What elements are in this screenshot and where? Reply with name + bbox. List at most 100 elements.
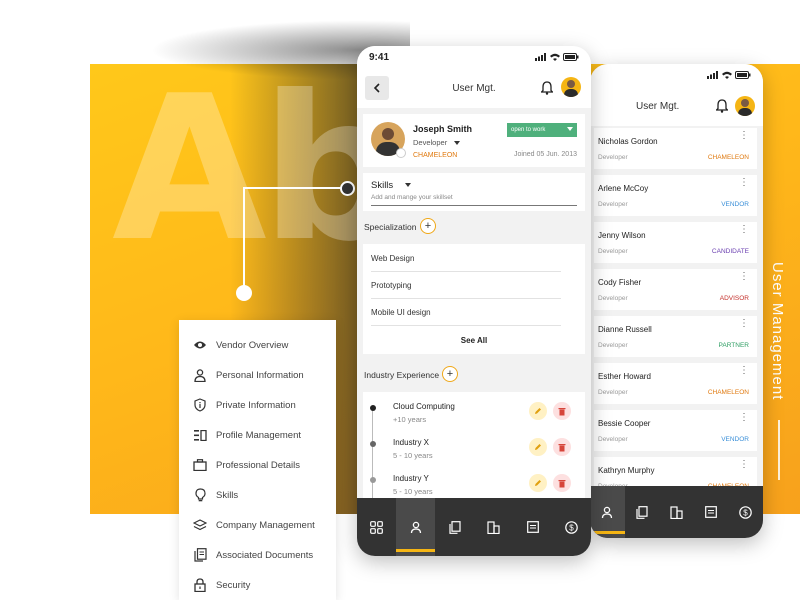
list-item[interactable]: Dianne Russell Developer PARTNER ⋮ bbox=[594, 316, 757, 357]
status-bar bbox=[590, 64, 763, 86]
tab-bar: $ bbox=[590, 486, 763, 538]
edit-photo-icon[interactable] bbox=[396, 148, 406, 158]
tab-users[interactable] bbox=[590, 486, 625, 538]
watermark-text: Ab bbox=[112, 53, 404, 286]
more-icon[interactable]: ⋮ bbox=[739, 272, 749, 282]
list-item[interactable]: Bessie Cooper Developer VENDOR ⋮ bbox=[594, 410, 757, 451]
menu-item-profile-management[interactable]: Profile Management bbox=[179, 420, 336, 450]
menu-item-skills[interactable]: Skills bbox=[179, 480, 336, 510]
avatar[interactable] bbox=[735, 96, 755, 116]
phone-user-profile: 9:41 User Mgt. Joseph Smith Developer CH… bbox=[357, 46, 591, 556]
tab-payments[interactable]: $ bbox=[728, 486, 763, 538]
user-role: Developer bbox=[598, 295, 628, 302]
tab-dashboard[interactable] bbox=[357, 498, 396, 556]
menu-item-personal-information[interactable]: Personal Information bbox=[179, 360, 336, 390]
list-item[interactable]: Mobile UI design bbox=[371, 299, 561, 326]
report-icon bbox=[526, 521, 539, 533]
documents-icon bbox=[192, 547, 208, 563]
experience-years: 5 - 10 years bbox=[393, 487, 433, 496]
experience-name: Cloud Computing bbox=[393, 402, 455, 411]
skills-card[interactable]: Skills Add and mange your skillset bbox=[363, 173, 585, 211]
app-header: User Mgt. bbox=[590, 86, 763, 126]
dollar-icon: $ bbox=[565, 520, 578, 534]
menu-item-professional-details[interactable]: Professional Details bbox=[179, 450, 336, 480]
tab-bar: $ bbox=[357, 498, 591, 556]
user-status: VENDOR bbox=[721, 436, 749, 443]
battery-icon bbox=[735, 71, 751, 79]
bell-icon[interactable] bbox=[714, 99, 730, 113]
list-item[interactable]: Web Design bbox=[371, 245, 561, 272]
list-item[interactable]: Nicholas Gordon Developer CHAMELEON ⋮ bbox=[594, 128, 757, 169]
menu-item-company-management[interactable]: Company Management bbox=[179, 510, 336, 540]
person-icon bbox=[410, 521, 421, 533]
tab-users[interactable] bbox=[396, 498, 435, 556]
work-status-label: open to work bbox=[511, 127, 546, 133]
wifi-icon bbox=[550, 53, 560, 61]
more-icon[interactable]: ⋮ bbox=[739, 131, 749, 141]
tab-documents[interactable] bbox=[625, 486, 660, 538]
user-role: Developer bbox=[598, 248, 628, 255]
menu-item-vendor-overview[interactable]: Vendor Overview bbox=[179, 330, 336, 360]
delete-button[interactable] bbox=[553, 474, 571, 492]
list-item[interactable]: Esther Howard Developer CHAMELEON ⋮ bbox=[594, 363, 757, 404]
svg-text:$: $ bbox=[569, 523, 574, 532]
more-icon[interactable]: ⋮ bbox=[739, 413, 749, 423]
skills-title: Skills bbox=[371, 180, 394, 191]
user-status: CANDIDATE bbox=[711, 248, 749, 255]
pencil-icon bbox=[535, 444, 541, 450]
avatar[interactable] bbox=[561, 77, 581, 97]
more-icon[interactable]: ⋮ bbox=[739, 366, 749, 376]
pencil-icon bbox=[535, 408, 541, 414]
edit-button[interactable] bbox=[529, 402, 547, 420]
battery-icon bbox=[563, 53, 579, 61]
list-item[interactable]: Jenny Wilson Developer CANDIDATE ⋮ bbox=[594, 222, 757, 263]
user-status: VENDOR bbox=[721, 201, 749, 208]
side-title: User Management bbox=[769, 262, 786, 401]
edit-button[interactable] bbox=[529, 438, 547, 456]
status-icons bbox=[707, 71, 751, 79]
specialization-label: Prototyping bbox=[371, 280, 412, 290]
tab-reports[interactable] bbox=[513, 498, 552, 556]
caret-down-icon bbox=[405, 183, 411, 187]
menu-item-private-information[interactable]: Private Information bbox=[179, 390, 336, 420]
add-specialization-button[interactable]: + bbox=[420, 218, 436, 234]
edit-button[interactable] bbox=[529, 474, 547, 492]
more-icon[interactable]: ⋮ bbox=[739, 225, 749, 235]
caret-down-icon bbox=[454, 141, 461, 146]
side-divider bbox=[778, 420, 780, 480]
building-icon bbox=[487, 520, 500, 534]
tab-reports[interactable] bbox=[694, 486, 729, 538]
list-item[interactable]: Arlene McCoy Developer VENDOR ⋮ bbox=[594, 175, 757, 216]
profile-role: Developer bbox=[413, 138, 448, 147]
header-title: User Mgt. bbox=[452, 82, 496, 94]
work-status-dropdown[interactable]: open to work bbox=[507, 123, 577, 137]
user-status: CHAMELEON bbox=[707, 389, 749, 396]
user-status: ADVISOR bbox=[719, 295, 749, 302]
more-icon[interactable]: ⋮ bbox=[739, 460, 749, 470]
list-item[interactable]: Cody Fisher Developer ADVISOR ⋮ bbox=[594, 269, 757, 310]
user-role: Developer bbox=[598, 436, 628, 443]
delete-button[interactable] bbox=[553, 402, 571, 420]
tab-companies[interactable] bbox=[659, 486, 694, 538]
trash-icon bbox=[558, 407, 566, 415]
bell-icon[interactable] bbox=[539, 81, 555, 95]
grid-icon bbox=[370, 520, 383, 534]
phone-user-list: User Mgt. Nicholas Gordon Developer CHAM… bbox=[590, 64, 763, 538]
profile-role-dropdown[interactable]: Developer bbox=[413, 138, 461, 147]
user-status: PARTNER bbox=[718, 342, 749, 349]
add-experience-button[interactable]: + bbox=[442, 366, 458, 382]
tab-companies[interactable] bbox=[474, 498, 513, 556]
more-icon[interactable]: ⋮ bbox=[739, 178, 749, 188]
report-icon bbox=[705, 506, 717, 518]
person-icon bbox=[192, 367, 208, 383]
tab-payments[interactable]: $ bbox=[552, 498, 591, 556]
skills-hint: Add and mange your skillset bbox=[371, 194, 453, 201]
menu-item-associated-documents[interactable]: Associated Documents bbox=[179, 540, 336, 570]
wifi-icon bbox=[722, 71, 732, 79]
see-all-link[interactable]: See All bbox=[363, 336, 585, 345]
list-item[interactable]: Prototyping bbox=[371, 272, 561, 299]
menu-item-security[interactable]: Security bbox=[179, 570, 336, 600]
delete-button[interactable] bbox=[553, 438, 571, 456]
more-icon[interactable]: ⋮ bbox=[739, 319, 749, 329]
tab-documents[interactable] bbox=[435, 498, 474, 556]
